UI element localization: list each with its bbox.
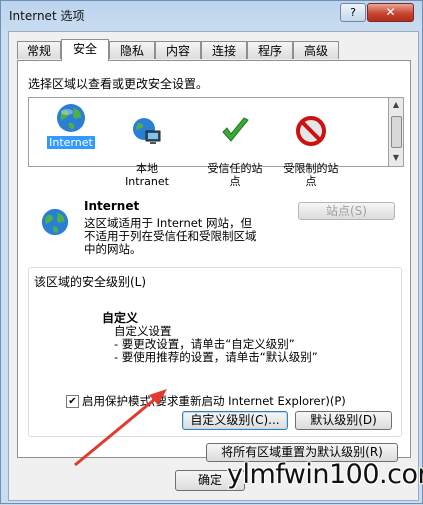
zone-description: 这区域适用于 Internet 网站，但 不适用于列在受信任和受限制区域 中的网… <box>84 216 257 256</box>
dialog-client: 常规 安全 隐私 内容 连接 程序 高级 选择区域以查看或更改安全设置。 Int… <box>8 31 419 501</box>
security-level-description: 自定义设置 - 要更改设置，请单击“自定义级别” - 要使用推荐的设置，请单击“… <box>114 324 318 364</box>
zone-label-intranet: 本地 Intranet <box>125 162 169 188</box>
help-button[interactable]: ? <box>340 3 366 22</box>
zone-title: Internet <box>84 199 140 213</box>
tab-connections[interactable]: 连接 <box>201 41 247 59</box>
zone-list-scrollbar[interactable]: ▲ ▼ <box>388 97 404 167</box>
custom-level-button[interactable]: 自定义级别(C)... <box>182 411 288 430</box>
scroll-thumb[interactable] <box>391 116 402 148</box>
zone-label-internet: Internet <box>47 136 95 149</box>
zone-local-intranet[interactable]: 本地 Intranet <box>107 102 187 188</box>
protected-mode-label: 启用保护模式(要求重新启动 Internet Explorer)(P) <box>82 394 346 408</box>
zone-internet[interactable]: Internet <box>31 102 111 149</box>
default-level-button[interactable]: 默认级别(D) <box>295 411 392 430</box>
scroll-up-arrow-icon[interactable]: ▲ <box>389 98 403 112</box>
tab-content[interactable]: 内容 <box>155 41 201 59</box>
tab-general[interactable]: 常规 <box>17 41 61 59</box>
zone-label-trusted: 受信任的站 点 <box>207 162 263 188</box>
security-panel: 选择区域以查看或更改安全设置。 Internet 本地 Intranet 受信任… <box>17 60 411 462</box>
tab-advanced[interactable]: 高级 <box>293 41 339 59</box>
zone-trusted-sites[interactable]: 受信任的站 点 <box>195 102 275 188</box>
tab-programs[interactable]: 程序 <box>247 41 293 59</box>
zone-restricted-sites[interactable]: 受限制的站 点 <box>271 102 351 188</box>
sites-button[interactable]: 站点(S) <box>298 202 395 220</box>
zone-label-restricted: 受限制的站 点 <box>283 162 339 188</box>
check-icon <box>222 117 249 142</box>
scroll-down-arrow-icon[interactable]: ▼ <box>389 151 403 165</box>
tab-security[interactable]: 安全 <box>61 39 109 61</box>
zone-instruction: 选择区域以查看或更改安全设置。 <box>28 77 209 91</box>
watermark: ylmfwin100.com <box>227 459 423 490</box>
internet-options-dialog: Internet 选项 ? ✕ 常规 安全 隐私 内容 连接 程序 高级 选择区… <box>0 0 423 504</box>
restricted-icon <box>296 116 326 146</box>
intranet-icon <box>133 118 161 144</box>
protected-mode-checkbox[interactable]: ✔ <box>66 395 79 408</box>
tab-privacy[interactable]: 隐私 <box>109 41 155 59</box>
close-button[interactable]: ✕ <box>367 3 414 22</box>
selected-zone-globe-icon <box>41 208 69 236</box>
zone-list[interactable]: Internet 本地 Intranet 受信任的站 点 受限制的站 点 <box>28 97 390 188</box>
globe-icon <box>57 104 85 132</box>
window-title: Internet 选项 <box>9 9 85 23</box>
